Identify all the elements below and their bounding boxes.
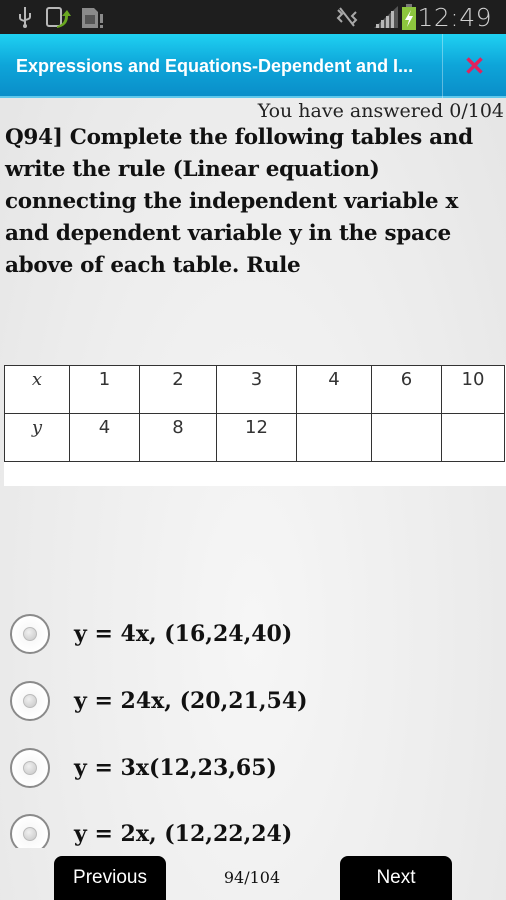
- table-row: x 1 2 3 4 6 10: [4, 365, 505, 414]
- radio-button[interactable]: [10, 614, 50, 654]
- answer-option[interactable]: y = 3x(12,23,65): [10, 746, 277, 790]
- table-cell: [296, 413, 372, 462]
- table-cell: 10: [441, 365, 505, 414]
- table-cell: 6: [371, 365, 442, 414]
- radio-button[interactable]: [10, 814, 50, 848]
- radio-button[interactable]: [10, 748, 50, 788]
- table-cell: 4: [69, 413, 140, 462]
- answered-count: You have answered 0/104: [257, 100, 504, 122]
- option-label: y = 3x(12,23,65): [74, 755, 277, 781]
- table-cell: 4: [296, 365, 372, 414]
- option-label: y = 24x, (20,21,54): [74, 688, 308, 714]
- radio-dot-icon: [23, 627, 37, 641]
- previous-button[interactable]: Previous: [54, 856, 166, 900]
- table-cell: 1: [69, 365, 140, 414]
- table-cell-head: y: [4, 413, 70, 462]
- table-row: y 4 8 12: [4, 413, 505, 462]
- table-cell: [371, 413, 442, 462]
- radio-dot-icon: [23, 827, 37, 841]
- answer-option[interactable]: y = 24x, (20,21,54): [10, 679, 308, 723]
- radio-button[interactable]: [10, 681, 50, 721]
- table-cell: 2: [139, 365, 217, 414]
- question-table-image: x 1 2 3 4 6 10 y 4 8 12: [4, 365, 506, 486]
- radio-dot-icon: [23, 761, 37, 775]
- table-cell: 3: [216, 365, 297, 414]
- table-cell: 12: [216, 413, 297, 462]
- table-cell: [441, 413, 505, 462]
- radio-dot-icon: [23, 694, 37, 708]
- values-table: x 1 2 3 4 6 10 y 4 8 12: [4, 365, 505, 462]
- question-text: Q94] Complete the following tables and w…: [5, 125, 473, 278]
- next-button[interactable]: Next: [340, 856, 452, 900]
- option-label: y = 2x, (12,22,24): [74, 821, 293, 847]
- scroll-content[interactable]: You have answered 0/104 Q94] Complete th…: [0, 0, 506, 848]
- page-indicator: 94/104: [223, 868, 281, 887]
- table-cell-head: x: [4, 365, 70, 414]
- answer-option[interactable]: y = 4x, (16,24,40): [10, 612, 292, 656]
- answer-option[interactable]: y = 2x, (12,22,24): [10, 812, 292, 848]
- table-cell: 8: [139, 413, 217, 462]
- option-label: y = 4x, (16,24,40): [74, 621, 293, 647]
